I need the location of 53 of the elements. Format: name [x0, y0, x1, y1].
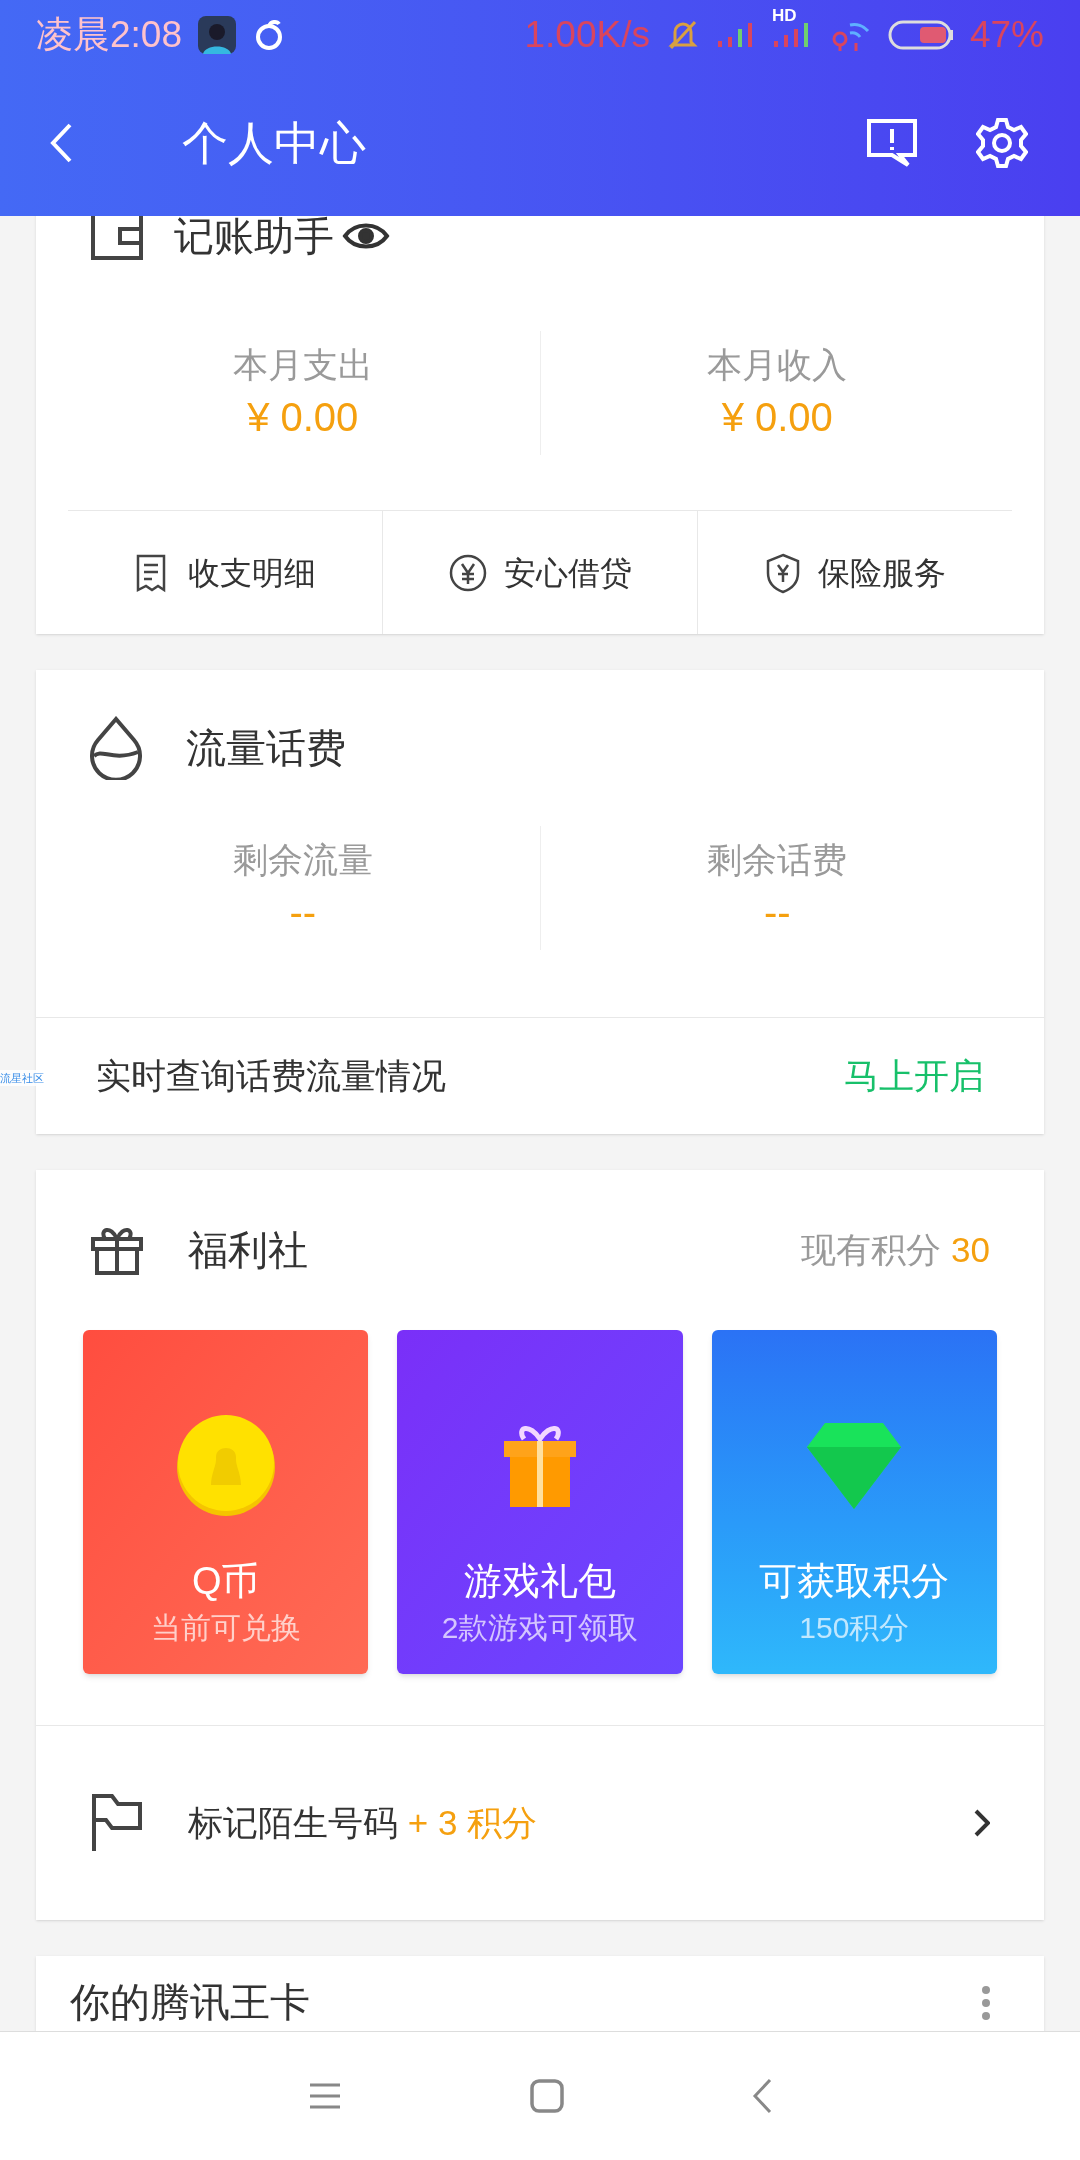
eye-icon	[342, 221, 390, 251]
service-link[interactable]: 收支明细	[68, 511, 382, 634]
settings-button[interactable]	[976, 116, 1030, 170]
tile-subtitle: 2款游戏可领取	[441, 1610, 639, 1646]
stat-value: --	[289, 889, 317, 936]
coin-icon	[175, 1413, 276, 1517]
status-time: 凌晨2:08	[36, 13, 182, 58]
yen-coin-icon	[448, 552, 488, 593]
hd-label: HD	[771, 7, 797, 24]
floating-label: 流星社区	[0, 1070, 44, 1086]
page-title: 个人中心	[182, 115, 367, 171]
tile-subtitle: 当前可兑换	[150, 1610, 301, 1646]
app-icon	[198, 16, 236, 54]
shield-icon	[764, 551, 802, 594]
tile-title: Q币	[191, 1559, 260, 1604]
tile-title: 游戏礼包	[464, 1559, 616, 1604]
back-icon	[50, 123, 72, 163]
stat-label: 本月收入	[707, 344, 848, 386]
stat-label: 剩余话费	[707, 839, 848, 881]
service-link[interactable]: 安心借贷	[382, 511, 697, 634]
stat-value: ¥ 0.00	[247, 394, 359, 441]
chevron-right-icon	[974, 1809, 990, 1837]
drop-icon	[90, 716, 142, 780]
settings-icon	[976, 117, 1028, 169]
card-title: 流量话费	[186, 725, 346, 772]
card-title: 福利社	[188, 1227, 309, 1274]
home-button[interactable]	[530, 2079, 564, 2113]
stat-value: ¥ 0.00	[721, 394, 833, 441]
flag-icon	[90, 1793, 144, 1853]
task-row[interactable]: 标记陌生号码 + 3 积分	[36, 1725, 1044, 1920]
stat-label: 本月支出	[232, 344, 373, 386]
prompt-text: 实时查询话费流量情况	[96, 1054, 446, 1097]
card-title: 记账助手	[174, 213, 334, 260]
back-icon	[752, 2078, 772, 2114]
menu-button[interactable]	[308, 2082, 342, 2110]
feedback-icon	[866, 118, 918, 168]
stat-value: --	[763, 889, 791, 936]
more-icon	[982, 1986, 990, 2020]
task-text: 标记陌生号码 + 3 积分	[188, 1801, 539, 1844]
network-speed: 1.00K/s	[524, 13, 650, 58]
reward-tile[interactable]: 游戏礼包 2款游戏可领取	[397, 1330, 683, 1674]
tile-subtitle: 150积分	[799, 1610, 910, 1646]
points-label: 现有积分 30	[801, 1228, 990, 1271]
stat-label: 剩余流量	[232, 839, 373, 881]
muted-bell-icon	[665, 18, 700, 52]
tile-title: 可获取积分	[759, 1559, 950, 1604]
battery-icon	[887, 20, 954, 50]
card-title: 你的腾讯王卡	[70, 1979, 310, 2026]
service-link[interactable]: 保险服务	[697, 511, 1012, 634]
back-nav-button[interactable]	[752, 2078, 772, 2114]
home-icon	[530, 2079, 564, 2113]
battery-percent: 47%	[969, 13, 1044, 58]
menu-icon	[308, 2082, 342, 2110]
